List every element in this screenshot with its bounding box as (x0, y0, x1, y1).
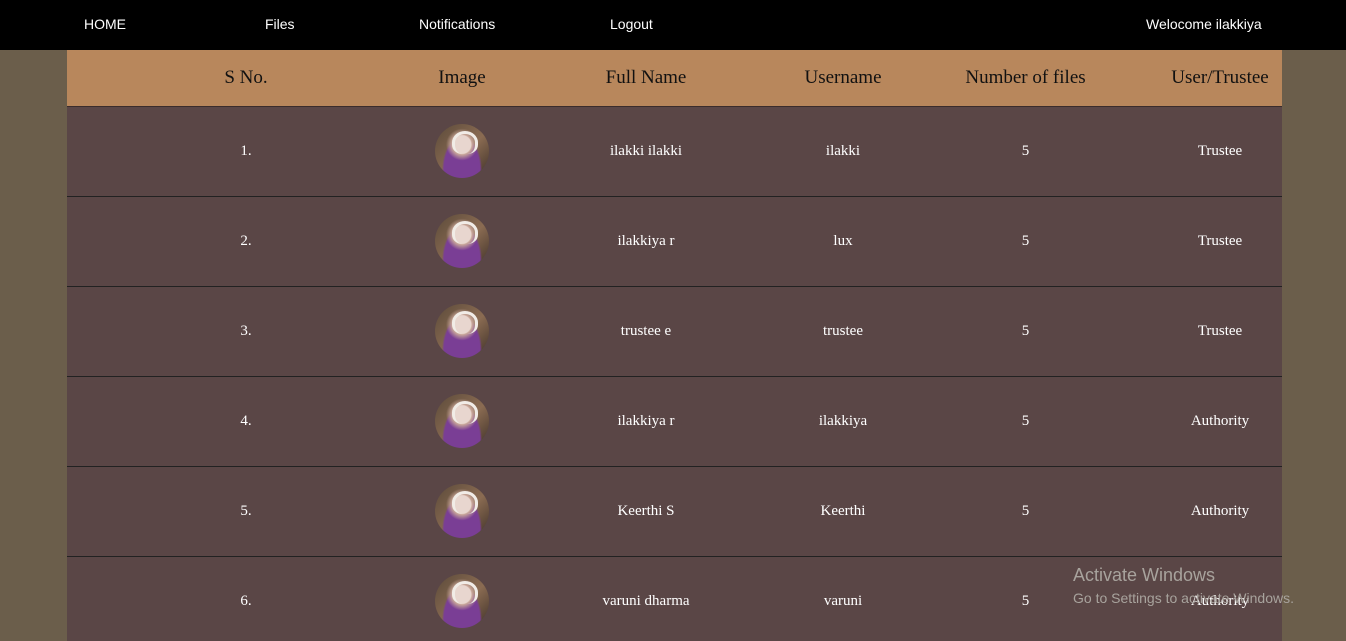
cell-full-name: Keerthi S (499, 466, 793, 557)
avatar (435, 394, 489, 448)
cell-sno: 3. (67, 286, 425, 377)
cell-role: Trustee (1158, 196, 1282, 287)
table-row: 1. ilakki ilakki ilakki 5 Trustee (67, 106, 1282, 197)
welcome-message: Welocome ilakkiya (1146, 16, 1262, 32)
avatar (435, 124, 489, 178)
avatar (435, 304, 489, 358)
top-navigation-bar: HOME Files Notifications Logout Welocome… (0, 0, 1346, 50)
cell-files: 5 (893, 286, 1158, 377)
cell-role: Trustee (1158, 286, 1282, 377)
header-image: Image (425, 50, 499, 107)
cell-full-name: varuni dharma (499, 556, 793, 641)
table-header-row: S No. Image Full Name Username Number of… (67, 50, 1282, 107)
nav-logout-link[interactable]: Logout (610, 16, 653, 32)
cell-username: trustee (793, 286, 893, 377)
users-table-container: S No. Image Full Name Username Number of… (67, 50, 1282, 641)
cell-image (425, 286, 499, 377)
header-username: Username (793, 50, 893, 107)
cell-role: Authority (1158, 466, 1282, 557)
table-row: 5. Keerthi S Keerthi 5 Authority (67, 466, 1282, 557)
cell-sno: 1. (67, 106, 425, 197)
avatar (435, 484, 489, 538)
cell-image (425, 196, 499, 287)
cell-username: Keerthi (793, 466, 893, 557)
nav-files-link[interactable]: Files (265, 16, 295, 32)
cell-role: Authority (1158, 376, 1282, 467)
cell-sno: 2. (67, 196, 425, 287)
nav-home-link[interactable]: HOME (84, 16, 126, 32)
cell-files: 5 (893, 196, 1158, 287)
watermark-title: Activate Windows (1073, 565, 1216, 585)
cell-full-name: ilakki ilakki (499, 106, 793, 197)
cell-username: ilakki (793, 106, 893, 197)
avatar (435, 214, 489, 268)
header-sno: S No. (67, 50, 425, 107)
cell-sno: 4. (67, 376, 425, 467)
table-row: 2. ilakkiya r lux 5 Trustee (67, 196, 1282, 287)
cell-full-name: ilakkiya r (499, 196, 793, 287)
cell-username: lux (793, 196, 893, 287)
cell-image (425, 466, 499, 557)
cell-role: Trustee (1158, 106, 1282, 197)
cell-username: ilakkiya (793, 376, 893, 467)
cell-sno: 5. (67, 466, 425, 557)
cell-image (425, 376, 499, 467)
cell-image (425, 556, 499, 641)
cell-username: varuni (793, 556, 893, 641)
header-number-of-files: Number of files (893, 50, 1158, 107)
cell-sno: 6. (67, 556, 425, 641)
header-user-trustee: User/Trustee (1158, 50, 1282, 107)
cell-image (425, 106, 499, 197)
watermark-subtitle: Go to Settings to activate Windows. (1073, 590, 1294, 606)
table-row: 4. ilakkiya r ilakkiya 5 Authority (67, 376, 1282, 467)
activate-windows-watermark: Activate Windows Go to Settings to activ… (1073, 565, 1294, 606)
cell-full-name: trustee e (499, 286, 793, 377)
avatar (435, 574, 489, 628)
header-full-name: Full Name (499, 50, 793, 107)
cell-files: 5 (893, 106, 1158, 197)
cell-files: 5 (893, 466, 1158, 557)
users-table: S No. Image Full Name Username Number of… (67, 50, 1282, 641)
table-row: 3. trustee e trustee 5 Trustee (67, 286, 1282, 377)
cell-full-name: ilakkiya r (499, 376, 793, 467)
cell-files: 5 (893, 376, 1158, 467)
nav-notifications-link[interactable]: Notifications (419, 16, 495, 32)
